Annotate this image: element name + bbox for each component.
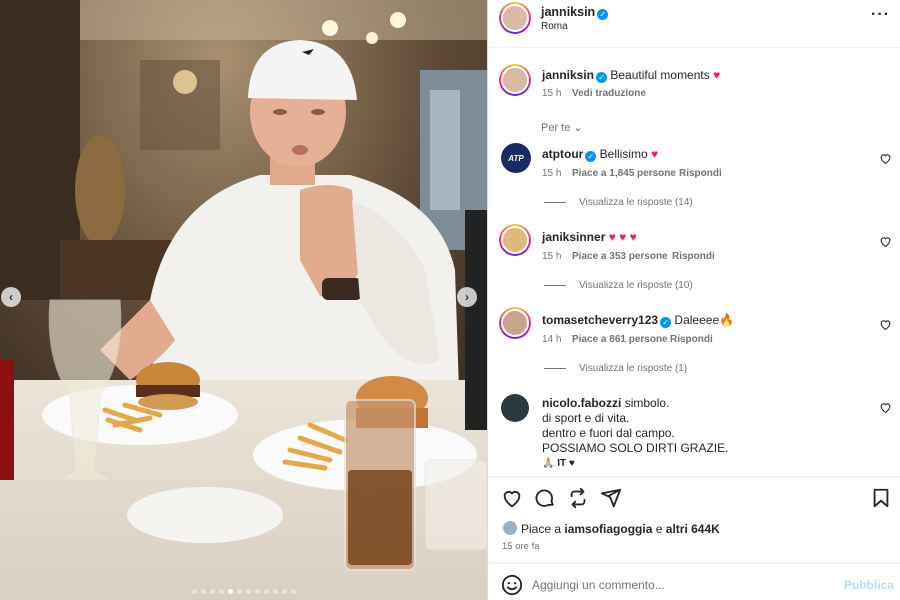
caption-avatar[interactable]	[499, 64, 531, 96]
janiksinner-avatar[interactable]	[499, 224, 531, 256]
chevron-down-icon: ⌄	[573, 122, 583, 134]
emoji-icon[interactable]	[501, 574, 523, 596]
post-time: 15 ore fa	[502, 541, 540, 552]
caption-time: 15 h	[542, 88, 562, 99]
carousel-dot	[245, 589, 251, 594]
comment-likes[interactable]: Piace a 1,845 persone	[572, 168, 676, 179]
comment-nicolo: nicolo.fabozzi simbolo. di sport e di vi…	[542, 396, 729, 469]
comment-input[interactable]	[532, 574, 822, 596]
post-panel: janniksin ✓ Roma ··· janniksin ✓ Beautiful…	[487, 0, 900, 600]
save-icon[interactable]	[870, 487, 892, 509]
share-icon[interactable]	[600, 487, 622, 509]
carousel-next-button[interactable]: ›	[457, 287, 477, 307]
heart-outline-icon[interactable]	[879, 235, 892, 248]
comment-icon[interactable]	[534, 487, 556, 509]
carousel-dot	[272, 589, 278, 594]
atptour-avatar[interactable]: ATP	[501, 143, 531, 173]
comment-janiksinner: janiksinner ♥ ♥ ♥	[542, 230, 637, 244]
view-replies-button[interactable]: Visualizza le risposte (14)	[544, 197, 693, 208]
heart-outline-icon[interactable]	[879, 152, 892, 165]
translate-link[interactable]: Vedi traduzione	[572, 88, 646, 99]
verified-icon: ✓	[585, 151, 597, 162]
reply-button[interactable]: Rispondi	[670, 334, 713, 345]
comment-likes[interactable]: Piace a 353 persone	[572, 251, 668, 262]
comment-tomasetcheverry: tomasetcheverry123 ✓ Daleeee🔥	[542, 313, 735, 328]
comment-time: 14 h	[542, 334, 562, 345]
verified-icon: ✓	[660, 317, 672, 328]
post-photo[interactable]: ‹ ›	[0, 0, 487, 600]
carousel-dot	[281, 589, 287, 594]
repost-icon[interactable]	[567, 487, 589, 509]
liker-avatar[interactable]	[503, 521, 517, 535]
author-avatar[interactable]	[499, 2, 531, 34]
comment-time: 15 h	[542, 168, 562, 179]
carousel-prev-button[interactable]: ‹	[1, 287, 21, 307]
carousel-dot	[254, 589, 260, 594]
comment-atptour: atptour ✓ Bellisimo ♥	[542, 147, 659, 162]
photo-illustration	[0, 0, 487, 600]
carousel-dot	[218, 589, 224, 594]
verified-icon: ✓	[597, 9, 609, 20]
heart-emoji-icon: ♥	[713, 68, 721, 82]
reply-button[interactable]: Rispondi	[672, 251, 715, 262]
view-replies-button[interactable]: Visualizza le risposte (1)	[544, 363, 687, 374]
heart-outline-icon[interactable]	[879, 318, 892, 331]
more-options-icon[interactable]: ···	[871, 6, 890, 24]
publish-button[interactable]: Pubblica	[844, 578, 894, 592]
comment-likes[interactable]: Piace a 861 persone	[572, 334, 668, 345]
verified-icon: ✓	[596, 72, 608, 83]
carousel-dots	[0, 589, 487, 594]
nicolo-avatar[interactable]	[501, 394, 529, 422]
author-username[interactable]: janniksin ✓	[541, 5, 609, 20]
carousel-dot	[209, 589, 215, 594]
carousel-dot	[290, 589, 296, 594]
heart-outline-icon[interactable]	[879, 401, 892, 414]
carousel-dot	[236, 589, 242, 594]
like-icon[interactable]	[501, 487, 523, 509]
carousel-dot	[227, 589, 233, 594]
likes-summary[interactable]: Piace a iamsofiagoggia e altri 644K	[521, 522, 720, 536]
reply-button[interactable]: Rispondi	[679, 168, 722, 179]
caption: janniksin ✓ Beautiful moments ♥	[542, 68, 721, 83]
carousel-dot	[191, 589, 197, 594]
post-location[interactable]: Roma	[541, 21, 568, 32]
comment-filter-dropdown[interactable]: Per te ⌄	[541, 121, 583, 134]
carousel-dot	[200, 589, 206, 594]
comment-time: 15 h	[542, 251, 562, 262]
carousel-dot	[263, 589, 269, 594]
tomasetcheverry-avatar[interactable]	[499, 307, 531, 339]
view-replies-button[interactable]: Visualizza le risposte (10)	[544, 280, 693, 291]
